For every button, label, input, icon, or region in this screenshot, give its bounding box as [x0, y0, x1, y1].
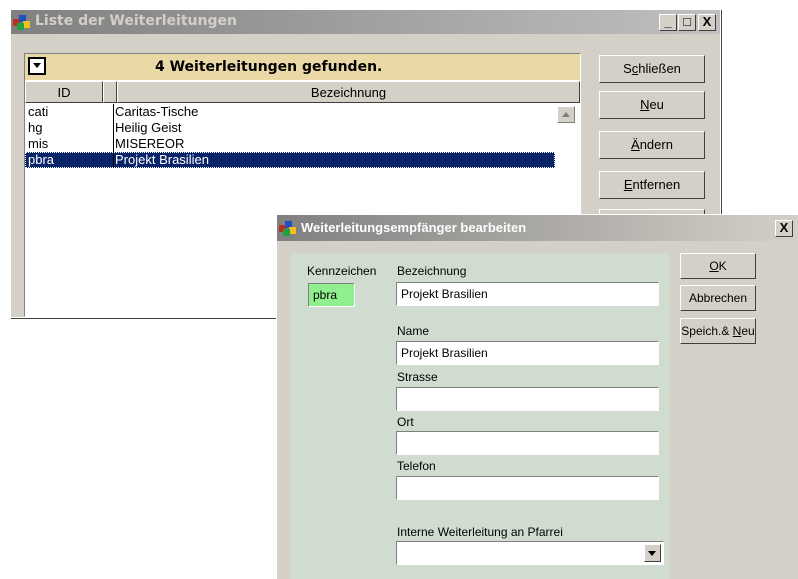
name-label: Name [397, 324, 430, 338]
name-field[interactable]: Projekt Brasilien [396, 341, 659, 365]
bezeichnung-field[interactable]: Projekt Brasilien [396, 282, 659, 306]
schliessen-button[interactable]: Schließen [599, 55, 705, 83]
maximize-button[interactable]: □ [678, 14, 696, 31]
app-icon[interactable] [279, 220, 297, 236]
list-window-title: Liste der Weiterleitungen [35, 13, 237, 29]
column-divider [113, 104, 114, 168]
pfarrei-label: Interne Weiterleitung an Pfarrei [397, 525, 563, 539]
ort-field[interactable] [396, 431, 659, 455]
speich-neu-button[interactable]: Speich.& Neu [680, 318, 756, 344]
neu-button[interactable]: Neu [599, 91, 705, 119]
dialog-close-button[interactable]: X [775, 220, 793, 237]
aendern-button[interactable]: Ändern [599, 131, 705, 159]
table-row[interactable]: mis MISEREOR [25, 136, 555, 152]
scroll-up-arrow-icon[interactable] [557, 106, 575, 123]
kennzeichen-field[interactable]: pbra [308, 283, 355, 307]
edit-dialog: Weiterleitungsempfänger bearbeiten X Ken… [276, 214, 798, 579]
dropdown-arrow-icon[interactable] [28, 57, 46, 75]
column-header-bezeichnung[interactable]: Bezeichnung [117, 81, 580, 103]
row-id: pbra [28, 152, 55, 167]
kennzeichen-label: Kennzeichen [307, 264, 377, 278]
table-row-selected[interactable]: pbra Projekt Brasilien [25, 152, 555, 168]
results-count-text: 4 Weiterleitungen gefunden. [155, 59, 383, 75]
ok-button[interactable]: OK [680, 253, 756, 279]
telefon-field[interactable] [396, 476, 659, 500]
dialog-titlebar[interactable]: Weiterleitungsempfänger bearbeiten X [277, 215, 798, 241]
column-header-spacer[interactable] [103, 81, 117, 103]
combo-arrow-icon[interactable] [644, 544, 661, 562]
app-icon[interactable] [13, 14, 31, 30]
list-window-titlebar[interactable]: Liste der Weiterleitungen _ □ X [11, 10, 720, 34]
strasse-label: Strasse [397, 370, 438, 384]
row-name: Heilig Geist [115, 120, 182, 135]
row-name: Projekt Brasilien [115, 152, 209, 167]
row-id: mis [28, 136, 49, 151]
column-header-id[interactable]: ID [25, 81, 103, 103]
edit-form: Kennzeichen pbra Bezeichnung Projekt Bra… [290, 253, 670, 579]
bezeichnung-label: Bezeichnung [397, 264, 467, 278]
row-id: cati [28, 104, 49, 119]
abbrechen-button[interactable]: Abbrechen [680, 285, 756, 311]
results-header-bar: 4 Weiterleitungen gefunden. [25, 54, 580, 80]
window-close-button[interactable]: X [698, 14, 716, 31]
entfernen-button[interactable]: Entfernen [599, 171, 705, 199]
table-row[interactable]: cati Caritas-Tische [25, 104, 555, 120]
row-id: hg [28, 120, 43, 135]
table-row[interactable]: hg Heilig Geist [25, 120, 555, 136]
ort-label: Ort [397, 415, 414, 429]
dialog-title: Weiterleitungsempfänger bearbeiten [301, 220, 527, 235]
pfarrei-select[interactable] [396, 541, 664, 565]
minimize-button[interactable]: _ [659, 14, 677, 31]
results-table: cati Caritas-Tische hg Heilig Geist mis … [25, 104, 555, 168]
strasse-field[interactable] [396, 387, 659, 411]
row-name: MISEREOR [115, 136, 185, 151]
row-name: Caritas-Tische [115, 104, 199, 119]
telefon-label: Telefon [397, 459, 436, 473]
